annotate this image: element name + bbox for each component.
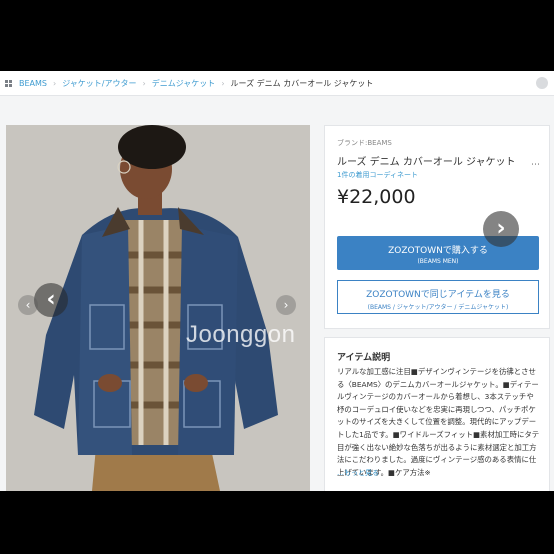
watermark-text: Joonggon bbox=[186, 321, 296, 348]
chevron-right-icon[interactable]: › bbox=[483, 211, 519, 247]
similar-button-label: ZOZOTOWNで同じアイテムを見る bbox=[366, 290, 510, 300]
breadcrumb-separator: › bbox=[221, 78, 225, 88]
top-right-icon[interactable] bbox=[536, 77, 548, 89]
breadcrumb-item-brand[interactable]: BEAMS bbox=[19, 79, 47, 88]
description-heading: アイテム説明 bbox=[337, 353, 391, 363]
breadcrumb-item-category[interactable]: ジャケット/アウター bbox=[62, 78, 136, 89]
more-dots-icon[interactable]: ⋯ bbox=[531, 160, 541, 170]
coordinate-link[interactable]: 1件の着用コーディネート bbox=[337, 170, 418, 180]
brand-label[interactable]: ブランド:BEAMS bbox=[337, 138, 392, 148]
carousel-next-small-icon[interactable]: › bbox=[276, 295, 296, 315]
product-title: ルーズ デニム カバーオール ジャケット bbox=[337, 157, 516, 168]
similar-items-button[interactable]: ZOZOTOWNで同じアイテムを見る (BEAMS / ジャケット/アウター /… bbox=[337, 280, 539, 314]
show-more-link[interactable]: …もっと見る bbox=[337, 468, 379, 478]
breadcrumb-separator: › bbox=[53, 78, 57, 88]
breadcrumb-item-subcategory[interactable]: デニムジャケット bbox=[152, 78, 216, 89]
product-page: BEAMS › ジャケット/アウター › デニムジャケット › ルーズ デニム … bbox=[0, 71, 554, 491]
carousel-prev-small-icon[interactable]: ‹ bbox=[18, 295, 38, 315]
description-text: リアルな加工感に注目■デザインヴィンテージを彷彿とさせる〈BEAMS〉のデニムカ… bbox=[337, 367, 540, 477]
product-photo[interactable]: Joonggon ‹ ‹ › bbox=[6, 125, 310, 491]
breadcrumb-separator: › bbox=[142, 78, 146, 88]
grid-menu-icon[interactable] bbox=[5, 79, 12, 87]
similar-button-sub: (BEAMS / ジャケット/アウター / デニムジャケット) bbox=[367, 304, 509, 311]
breadcrumb: BEAMS › ジャケット/アウター › デニムジャケット › ルーズ デニム … bbox=[0, 71, 554, 96]
breadcrumb-current: ルーズ デニム カバーオール ジャケット bbox=[230, 78, 374, 88]
product-price: ¥22,000 bbox=[337, 186, 416, 208]
buy-button-sub: (BEAMS MEN) bbox=[417, 258, 459, 265]
item-description: アイテム説明 リアルな加工感に注目■デザインヴィンテージを彷彿とさせる〈BEAM… bbox=[324, 337, 550, 491]
chevron-left-icon[interactable]: ‹ bbox=[34, 283, 68, 317]
